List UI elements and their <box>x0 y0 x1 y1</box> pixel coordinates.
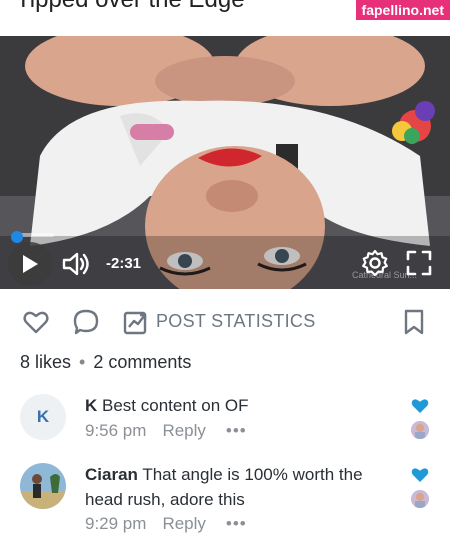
comment-text: Best content on OF <box>102 396 249 415</box>
creator-avatar <box>411 490 429 508</box>
separator: • <box>79 352 86 372</box>
post-actions: POST STATISTICS <box>0 289 450 353</box>
heart-outline-icon <box>23 311 49 334</box>
comment-author[interactable]: K <box>85 396 97 415</box>
time-remaining: -2:31 <box>106 255 142 272</box>
avatar-photo <box>20 463 66 509</box>
more-options-button[interactable]: ••• <box>226 514 247 533</box>
creator-avatar <box>411 421 429 439</box>
reply-button[interactable]: Reply <box>162 421 205 440</box>
like-button[interactable] <box>22 308 50 336</box>
progress-handle[interactable] <box>11 231 23 243</box>
heart-filled-icon[interactable] <box>411 467 429 483</box>
play-icon <box>23 255 38 273</box>
bookmark-button[interactable] <box>400 308 428 336</box>
comment-body: K Best content on OF <box>85 393 385 418</box>
comment-body: Ciaran That angle is 100% worth the head… <box>85 462 385 512</box>
play-button[interactable] <box>8 242 52 286</box>
video-credit: Cathedral Sun... <box>352 270 418 280</box>
creator-avatar-image <box>411 421 429 439</box>
post-statistics-button[interactable] <box>122 308 150 336</box>
post-title: Tipped over the Edge <box>16 0 245 14</box>
comment-time: 9:56 pm <box>85 421 147 440</box>
comment-meta: 9:56 pm Reply ••• <box>85 421 247 441</box>
comments-count[interactable]: 2 comments <box>93 352 191 372</box>
post-statistics-label[interactable]: POST STATISTICS <box>156 311 316 332</box>
volume-button[interactable] <box>60 248 92 280</box>
stats-chart-icon <box>123 311 147 335</box>
comment-bubble-icon <box>73 309 99 335</box>
likes-count[interactable]: 8 likes <box>20 352 71 372</box>
comment-time: 9:29 pm <box>85 514 147 533</box>
post-counts: 8 likes • 2 comments <box>20 352 191 373</box>
comment-button[interactable] <box>72 308 100 336</box>
more-options-button[interactable]: ••• <box>226 421 247 440</box>
reply-button[interactable]: Reply <box>162 514 205 533</box>
bookmark-icon <box>404 309 424 335</box>
comment-author[interactable]: Ciaran <box>85 465 138 484</box>
creator-avatar-image <box>411 490 429 508</box>
avatar[interactable] <box>20 463 66 509</box>
video-player[interactable]: -2:31 Cathedral Sun... <box>0 36 450 289</box>
heart-filled-icon[interactable] <box>411 398 429 414</box>
comment-meta: 9:29 pm Reply ••• <box>85 514 247 534</box>
watermark: fapellino.net <box>355 0 450 20</box>
avatar[interactable]: K <box>20 394 66 440</box>
post-header: Tipped over the Edge fapellino.net <box>0 0 450 36</box>
volume-icon <box>62 252 89 276</box>
